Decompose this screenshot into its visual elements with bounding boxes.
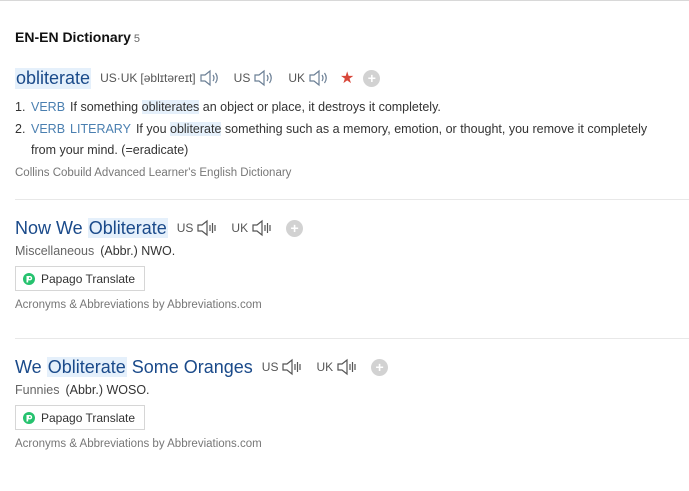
section-title-text: EN-EN Dictionary (15, 29, 131, 45)
plus-icon[interactable]: + (286, 219, 304, 237)
divider (15, 199, 689, 200)
headword-link[interactable]: We Obliterate Some Oranges (15, 356, 253, 378)
divider (15, 338, 689, 339)
meaning-text: (Abbr.) WOSO. (65, 383, 150, 397)
plus-icon[interactable]: + (371, 358, 389, 376)
speaker-icon[interactable] (251, 219, 273, 237)
category-label: Miscellaneous (15, 244, 95, 258)
pron-label: US·UK (100, 71, 138, 85)
papago-icon (23, 411, 35, 424)
headword-highlight: Obliterate (46, 356, 127, 377)
dictionary-entry: obliterate US·UK [əblɪtəreɪt] US UK ★ + … (15, 66, 675, 179)
papago-translate-button[interactable]: Papago Translate (15, 405, 146, 430)
papago-label: Papago Translate (41, 271, 136, 286)
pronunciation-uk: UK (231, 219, 277, 237)
us-label: US (261, 360, 279, 374)
papago-label: Papago Translate (41, 410, 136, 425)
section-title: EN-EN Dictionary 5 (15, 29, 140, 45)
meaning-text: (Abbr.) NWO. (100, 244, 176, 258)
pronunciation-usuk: US·UK [əblɪtəreɪt] (100, 69, 225, 87)
entry-head: We Obliterate Some Oranges US UK + (15, 355, 675, 379)
papago-icon (23, 272, 35, 285)
uk-label: UK (288, 71, 305, 85)
source-attribution: Acronyms & Abbreviations by Abbreviation… (15, 299, 262, 311)
top-border (0, 0, 689, 1)
speaker-icon[interactable] (308, 69, 330, 87)
papago-translate-button[interactable]: Papago Translate (15, 266, 146, 291)
sense-item: 2. VERB LITERARY If you obliterate somethi… (15, 119, 675, 161)
us-label: US (233, 71, 251, 85)
headword-link[interactable]: Now We Obliterate (15, 217, 168, 239)
source-attribution: Collins Cobuild Advanced Learner's Engli… (15, 167, 292, 179)
category-label: Funnies (15, 383, 60, 397)
result-count: 5 (133, 33, 141, 45)
dictionary-entry: Now We Obliterate US UK + Miscellaneous (… (15, 216, 675, 311)
register-label: LITERARY (70, 122, 131, 136)
entry-meaning: Funnies (Abbr.) WOSO. (15, 383, 675, 397)
star-icon[interactable]: ★ (340, 68, 354, 88)
sense-text-pre: If something (70, 100, 142, 114)
headword-pre: Now We (15, 217, 88, 238)
speaker-icon[interactable] (253, 69, 275, 87)
pronunciation-us: US (262, 358, 308, 376)
speaker-icon[interactable] (196, 219, 218, 237)
part-of-speech: VERB (31, 100, 66, 114)
part-of-speech: VERB (31, 122, 66, 136)
sense-text-post: an object or place, it destroys it compl… (199, 100, 441, 114)
pronunciation-uk: UK (288, 69, 334, 87)
headword-highlight: Obliterate (87, 217, 168, 238)
headword-link[interactable]: obliterate (15, 67, 92, 89)
speaker-icon[interactable] (199, 69, 221, 87)
dictionary-entry: We Obliterate Some Oranges US UK + Funni… (15, 355, 675, 450)
sense-highlight: obliterate (170, 122, 222, 136)
pronunciation-us: US (234, 69, 280, 87)
uk-label: UK (231, 221, 249, 235)
speaker-icon[interactable] (336, 358, 358, 376)
us-label: US (176, 221, 194, 235)
uk-label: UK (316, 360, 334, 374)
sense-item: 1. VERB If something obliterates an objec… (15, 97, 675, 118)
entry-head: obliterate US·UK [əblɪtəreɪt] US UK ★ + (15, 66, 675, 90)
entry-meaning: Miscellaneous (Abbr.) NWO. (15, 244, 675, 258)
sense-highlight: obliterates (141, 100, 200, 114)
speaker-icon[interactable] (281, 358, 303, 376)
source-attribution: Acronyms & Abbreviations by Abbreviation… (15, 438, 262, 450)
pronunciation-uk: UK (316, 358, 362, 376)
headword-post: Some Oranges (126, 356, 253, 377)
pronunciation-us: US (177, 219, 223, 237)
sense-number: 1. (15, 100, 26, 114)
plus-icon[interactable]: + (363, 69, 381, 87)
headword-pre: We (15, 356, 47, 377)
sense-text-pre: If you (135, 122, 170, 136)
sense-number: 2. (15, 122, 26, 136)
pron-ipa: [əblɪtəreɪt] (140, 71, 196, 85)
entry-head: Now We Obliterate US UK + (15, 216, 675, 240)
